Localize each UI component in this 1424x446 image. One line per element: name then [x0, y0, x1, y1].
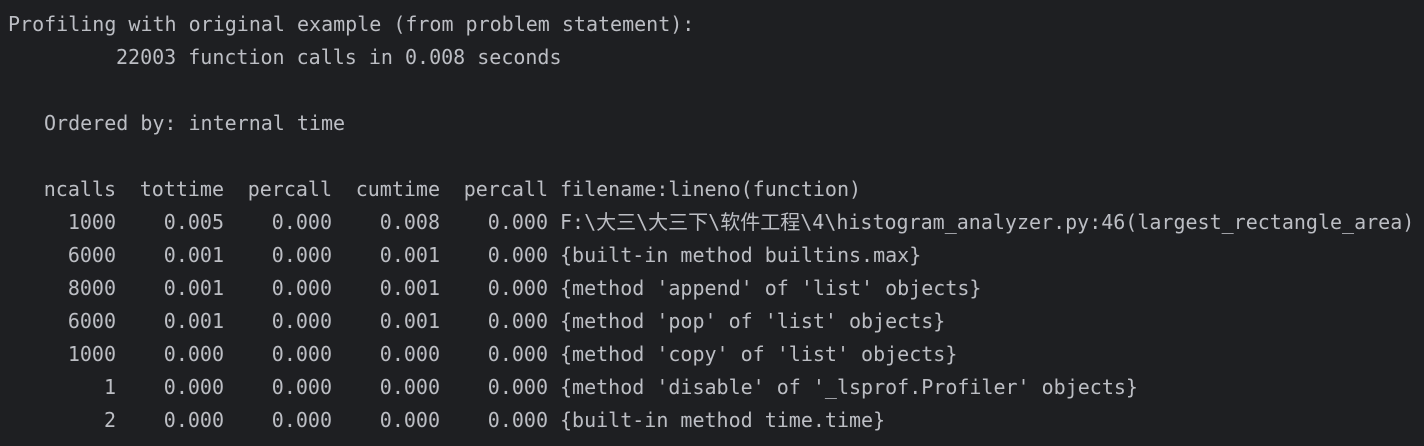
cell-percall: 0.000 — [271, 309, 332, 333]
stats-row: 6000 0.001 0.000 0.001 0.000 {method 'pop' of… — [8, 305, 1424, 338]
cell-function: {built-in method builtins.max} — [560, 243, 922, 267]
cell-tottime: 0.005 — [163, 210, 224, 234]
header-ncalls: ncalls — [43, 177, 116, 201]
cell-function: {method 'disable' of '_lsprof.Profiler' … — [560, 375, 1138, 399]
cell-tottime: 0.000 — [163, 408, 224, 432]
cell-percall-cumulative: 0.000 — [487, 243, 548, 267]
cell-percall-cumulative: 0.000 — [487, 309, 548, 333]
cell-percall: 0.000 — [271, 408, 332, 432]
stats-row: 8000 0.001 0.000 0.001 0.000 {method 'append'… — [8, 272, 1424, 305]
cell-cumtime: 0.008 — [379, 210, 440, 234]
stats-row: 1000 0.000 0.000 0.000 0.000 {method 'copy' o… — [8, 338, 1424, 371]
cell-ncalls: 1000 — [67, 210, 116, 234]
cell-cumtime: 0.000 — [379, 408, 440, 432]
cell-percall-cumulative: 0.000 — [487, 408, 548, 432]
cell-ncalls: 2 — [103, 408, 116, 432]
cell-cumtime: 0.001 — [379, 309, 440, 333]
cell-cumtime: 0.001 — [379, 243, 440, 267]
cell-percall-cumulative: 0.000 — [487, 342, 548, 366]
cell-function: {method 'copy' of 'list' objects} — [560, 342, 958, 366]
cell-percall: 0.000 — [271, 342, 332, 366]
cell-percall-cumulative: 0.000 — [487, 276, 548, 300]
cell-tottime: 0.000 — [163, 375, 224, 399]
header-percall-cumulative: percall — [463, 177, 548, 201]
cell-cumtime: 0.001 — [379, 276, 440, 300]
cell-tottime: 0.000 — [163, 342, 224, 366]
profiling-heading: Profiling with original example (from pr… — [8, 12, 695, 36]
cell-percall-cumulative: 0.000 — [487, 210, 548, 234]
cell-tottime: 0.001 — [163, 276, 224, 300]
header-percall: percall — [247, 177, 332, 201]
stats-row: 6000 0.001 0.000 0.001 0.000 {built-in method… — [8, 239, 1424, 272]
cell-cumtime: 0.000 — [379, 375, 440, 399]
cell-function: {method 'append' of 'list' objects} — [560, 276, 982, 300]
cell-function: F:\大三\大三下\软件工程\4\histogram_analyzer.py:4… — [560, 210, 1415, 234]
stats-row: 1 0.000 0.000 0.000 0.000 {method 'disable' o… — [8, 371, 1424, 404]
header-cumtime: cumtime — [355, 177, 440, 201]
stats-row: 2 0.000 0.000 0.000 0.000 {built-in method ti… — [8, 404, 1424, 437]
cell-percall: 0.000 — [271, 210, 332, 234]
cell-function: {method 'pop' of 'list' objects} — [560, 309, 946, 333]
cell-ncalls: 6000 — [67, 309, 116, 333]
stats-header-row: ncalls tottime percall cumtime percall f… — [8, 173, 1424, 206]
cell-percall: 0.000 — [271, 375, 332, 399]
profiling-summary: 22003 function calls in 0.008 seconds — [116, 45, 562, 69]
cell-tottime: 0.001 — [163, 309, 224, 333]
cell-percall: 0.000 — [271, 276, 332, 300]
cell-percall: 0.000 — [271, 243, 332, 267]
header-tottime: tottime — [139, 177, 224, 201]
ordered-by-line: Ordered by: internal time — [44, 111, 346, 135]
cell-ncalls: 8000 — [67, 276, 116, 300]
cell-cumtime: 0.000 — [379, 342, 440, 366]
stats-row: 1000 0.005 0.000 0.008 0.000 F:\大三\大三下\软件工程\4… — [8, 206, 1424, 239]
cell-function: {built-in method time.time} — [560, 408, 886, 432]
console-output[interactable]: Profiling with original example (from pr… — [0, 0, 1424, 446]
cell-percall-cumulative: 0.000 — [487, 375, 548, 399]
header-function: filename:lineno(function) — [560, 177, 862, 201]
cell-tottime: 0.001 — [163, 243, 224, 267]
cell-ncalls: 1000 — [67, 342, 116, 366]
cell-ncalls: 6000 — [67, 243, 116, 267]
cell-ncalls: 1 — [103, 375, 116, 399]
